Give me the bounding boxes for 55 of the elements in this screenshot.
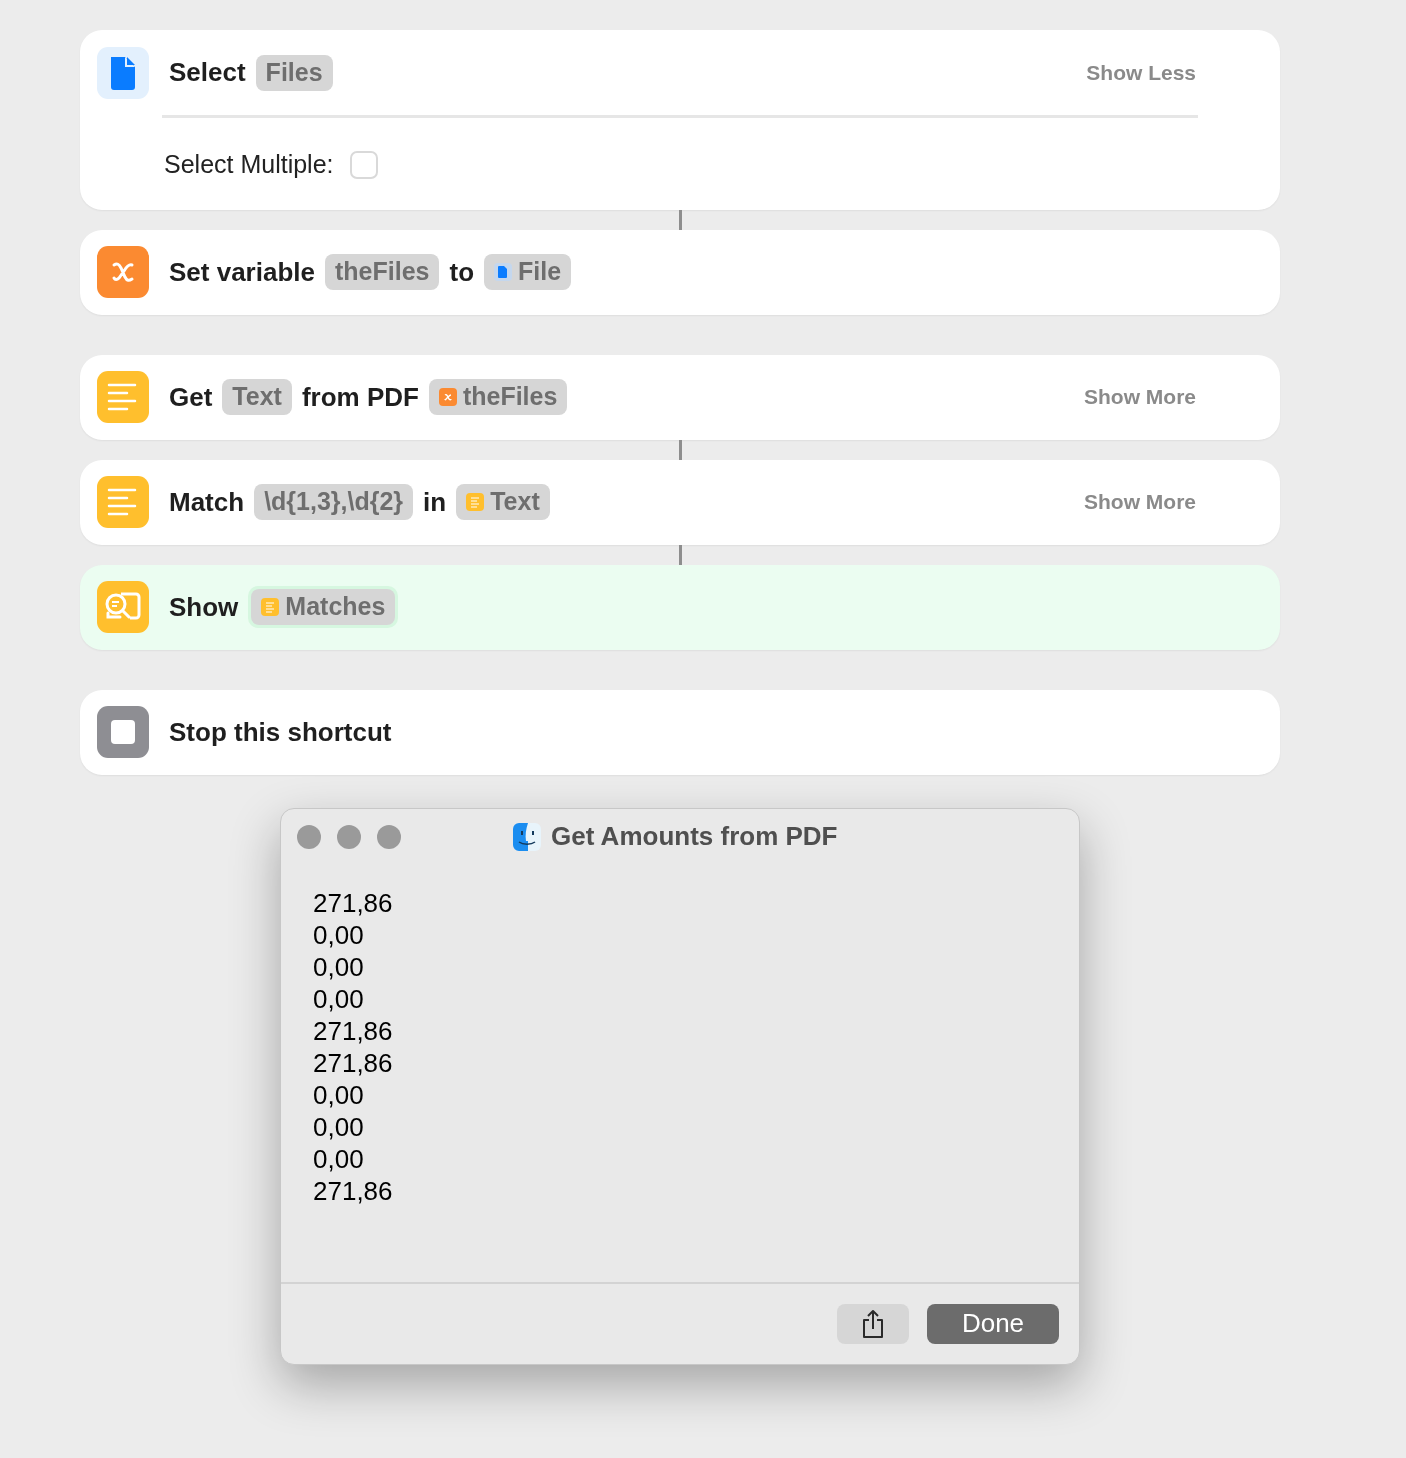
variable-icon	[97, 246, 149, 298]
checkbox[interactable]	[349, 150, 378, 179]
variable-token[interactable]: Text	[222, 379, 292, 415]
action-label: Get	[169, 380, 213, 414]
text-lines-icon	[97, 476, 149, 528]
window-title: Get Amounts from PDF	[551, 820, 838, 853]
text-lines-icon	[466, 493, 485, 511]
action-label: Match	[169, 485, 245, 519]
variable-token[interactable]: Files	[255, 54, 333, 91]
action-label: Select	[169, 56, 246, 89]
action-card[interactable]: Set variable theFiles to File	[80, 229, 1280, 315]
done-button[interactable]: Done	[927, 1303, 1059, 1344]
show-more-toggle[interactable]: Show More	[1084, 486, 1196, 518]
result-line: 0,00	[313, 1078, 365, 1111]
action-label: Set variable	[169, 255, 315, 289]
variable-token[interactable]: \d{1,3},\d{2}	[254, 484, 414, 520]
result-line: 0,00	[313, 918, 365, 951]
result-line: 271,86	[313, 1046, 394, 1079]
variable-icon	[438, 388, 457, 406]
action-label: Stop this shortcut	[169, 715, 392, 749]
action-label: Show	[169, 590, 239, 624]
share-icon	[861, 1308, 885, 1339]
variable-token[interactable]: theFiles	[428, 379, 568, 415]
result-line: 271,86	[313, 1014, 394, 1047]
action-card[interactable]: Show Matches	[80, 564, 1280, 650]
window-zoom-button[interactable]	[377, 824, 401, 849]
share-button[interactable]	[837, 1303, 909, 1344]
window-close-button[interactable]	[297, 824, 321, 849]
variable-token[interactable]: Text	[456, 484, 550, 520]
option-label: Select Multiple:	[164, 149, 334, 180]
variable-token[interactable]: theFiles	[325, 254, 440, 290]
action-card[interactable]: Select Files Show Less Select Multiple:	[80, 30, 1280, 210]
action-label: to	[449, 255, 474, 289]
result-line: 271,86	[313, 1174, 394, 1207]
result-line: 0,00	[313, 1110, 365, 1143]
magnifier-window-icon	[97, 581, 149, 633]
action-card[interactable]: Match \d{1,3},\d{2} in Text Show More	[80, 459, 1280, 545]
action-label: in	[423, 485, 447, 519]
show-more-toggle[interactable]: Show Less	[1086, 56, 1196, 89]
action-card[interactable]: Get Text from PDF theFiles Show More	[80, 354, 1280, 440]
text-lines-icon	[97, 371, 149, 423]
result-line: 271,86	[313, 886, 394, 919]
action-card[interactable]: Stop this shortcut	[80, 689, 1280, 775]
show-more-toggle[interactable]: Show More	[1084, 381, 1196, 413]
stop-icon	[97, 706, 149, 758]
result-line: 0,00	[313, 950, 365, 983]
action-label: from PDF	[301, 380, 419, 414]
result-line: 0,00	[313, 982, 365, 1015]
document-icon	[97, 46, 149, 99]
result-line: 0,00	[313, 1142, 365, 1175]
window-minimize-button[interactable]	[337, 824, 361, 849]
variable-token[interactable]: File	[484, 254, 572, 290]
variable-token[interactable]: Matches	[251, 589, 396, 625]
document-icon	[494, 263, 512, 281]
text-lines-icon	[261, 598, 280, 616]
